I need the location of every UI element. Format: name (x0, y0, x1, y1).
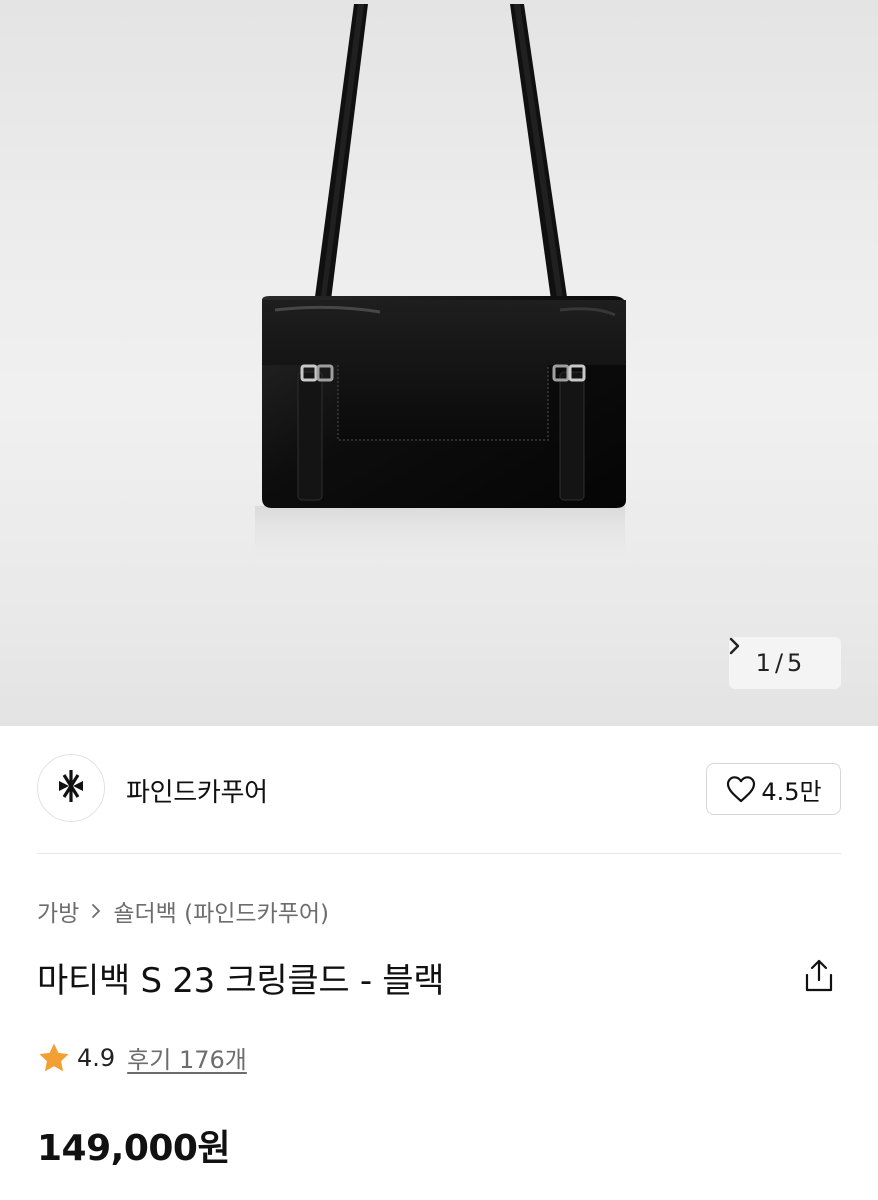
section-divider (37, 853, 841, 854)
pager-total: 5 (787, 649, 803, 677)
reviews-link[interactable]: 후기 176개 (127, 1040, 247, 1075)
breadcrumb: 가방 숄더백 (파인드카푸어) (37, 894, 329, 928)
pager-separator: / (774, 649, 784, 677)
product-rating: 4.9 후기 176개 (37, 1040, 247, 1075)
pager-current: 1 (755, 649, 771, 677)
product-title: 마티백 S 23 크링클드 - 블랙 (37, 961, 445, 1001)
like-count: 4.5만 (761, 777, 822, 806)
brand-logo-icon (56, 769, 86, 807)
star-icon (37, 1041, 71, 1075)
product-image-gallery[interactable]: 1 / 5 (0, 0, 878, 726)
breadcrumb-item-shoulder-bags[interactable]: 숄더백 (파인드카푸어) (113, 894, 329, 928)
heart-icon (725, 774, 757, 804)
chevron-right-icon (91, 903, 101, 919)
rating-score: 4.9 (77, 1043, 116, 1072)
product-price: 149,000원 (37, 1128, 231, 1169)
gallery-pager[interactable]: 1 / 5 (729, 637, 841, 689)
brand-name[interactable]: 파인드카푸어 (126, 772, 268, 809)
breadcrumb-item-bags[interactable]: 가방 (37, 894, 79, 928)
brand-logo[interactable] (37, 754, 105, 822)
share-button[interactable] (800, 958, 838, 998)
like-button[interactable]: 4.5만 (706, 763, 841, 815)
product-photo-shoulder-bag (255, 4, 626, 566)
product-page: 1 / 5 파인드카푸어 4.5만 가방 숄더백 (파인드카푸어) 마티백 S … (0, 0, 878, 1200)
share-icon (803, 958, 835, 998)
